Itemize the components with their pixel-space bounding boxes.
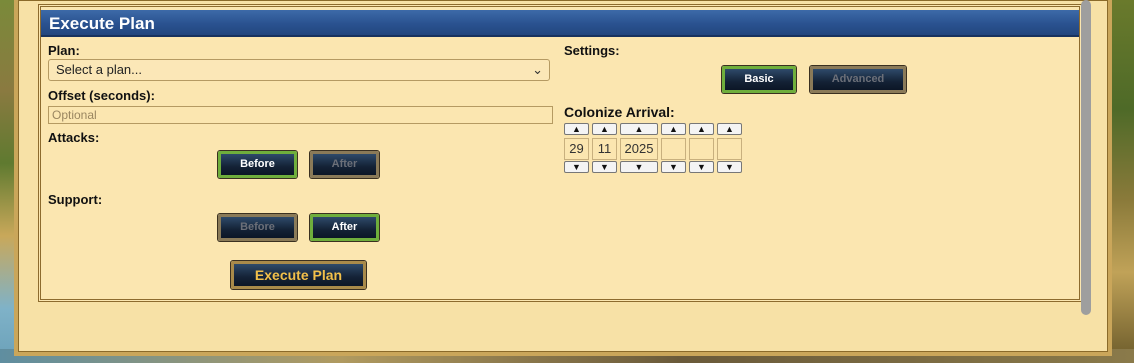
day-field[interactable]: 29 [564,138,589,160]
hour-down-button[interactable]: ▼ [661,161,686,173]
hour-field[interactable] [661,138,686,160]
vertical-scrollbar[interactable] [1081,0,1091,315]
execute-plan-button[interactable]: Execute Plan [231,261,366,289]
attacks-label: Attacks: [48,130,100,145]
year-field[interactable]: 2025 [620,138,658,160]
year-up-button[interactable]: ▲ [620,123,658,135]
day-down-button[interactable]: ▼ [564,161,589,173]
day-up-button[interactable]: ▲ [564,123,589,135]
hour-up-button[interactable]: ▲ [661,123,686,135]
attacks-after-button[interactable]: After [310,151,379,178]
settings-basic-button[interactable]: Basic [722,66,796,93]
attacks-before-button[interactable]: Before [218,151,297,178]
offset-label: Offset (seconds): [48,88,155,103]
second-field[interactable] [717,138,742,160]
panel-title: Execute Plan [41,10,1079,37]
colonize-arrival-label: Colonize Arrival: [564,104,675,120]
settings-advanced-button[interactable]: Advanced [810,66,906,93]
minute-down-button[interactable]: ▼ [689,161,714,173]
second-down-button[interactable]: ▼ [717,161,742,173]
second-up-button[interactable]: ▲ [717,123,742,135]
execute-plan-window: Execute Plan Plan: Select a plan... ⌄ Of… [14,0,1112,356]
plan-select[interactable]: Select a plan... ⌄ [48,59,550,81]
month-up-button[interactable]: ▲ [592,123,617,135]
plan-label: Plan: [48,43,80,58]
plan-select-value: Select a plan... [56,62,142,77]
support-label: Support: [48,192,103,207]
minute-field[interactable] [689,138,714,160]
minute-up-button[interactable]: ▲ [689,123,714,135]
chevron-down-icon: ⌄ [532,62,543,77]
month-down-button[interactable]: ▼ [592,161,617,173]
support-after-button[interactable]: After [310,214,379,241]
execute-plan-panel: Execute Plan Plan: Select a plan... ⌄ Of… [38,4,1082,302]
support-before-button[interactable]: Before [218,214,297,241]
year-down-button[interactable]: ▼ [620,161,658,173]
month-field[interactable]: 11 [592,138,617,160]
offset-input[interactable]: Optional [48,106,553,124]
settings-label: Settings: [564,43,620,58]
